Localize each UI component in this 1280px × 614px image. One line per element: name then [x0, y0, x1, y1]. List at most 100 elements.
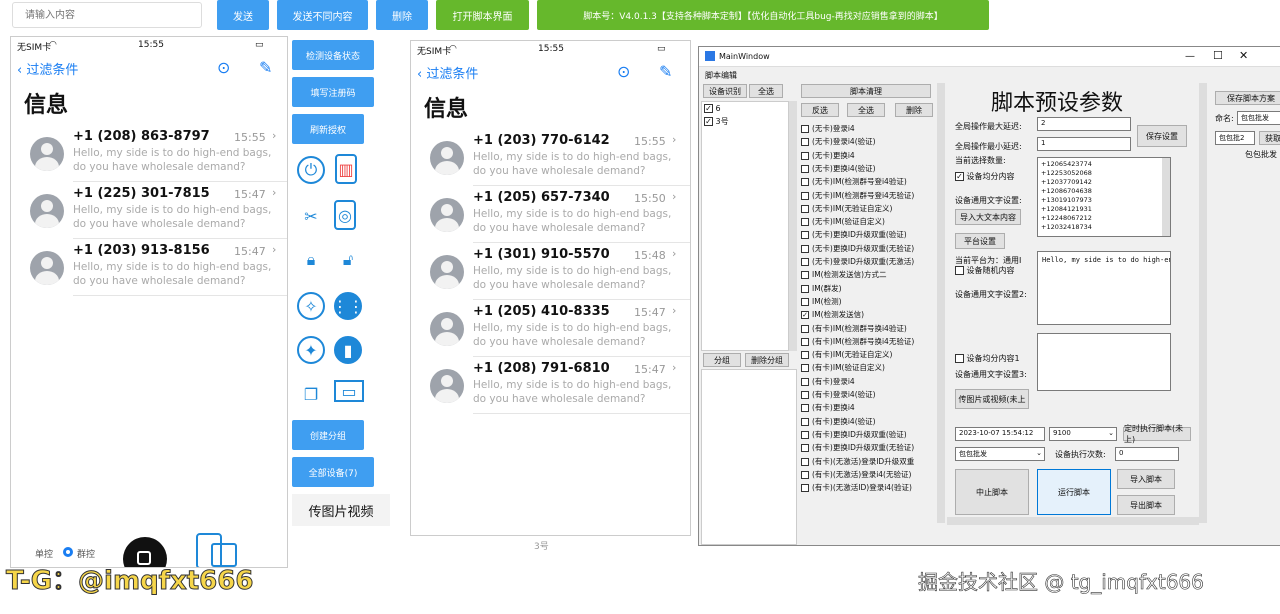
phone-number-item[interactable]: +12065423774	[1041, 160, 1092, 168]
apps-icon[interactable]: ⋮⋮	[332, 292, 364, 320]
scrollbar[interactable]	[789, 101, 797, 351]
conversation-row[interactable]: +1 (205) 410-8335 15:47 › Hello, my side is…	[411, 300, 690, 357]
script-item[interactable]: (有卡)(无激活)登录i4(无验证)	[801, 469, 911, 480]
save-settings-button[interactable]: 保存设置	[1137, 125, 1187, 147]
checkbox[interactable]	[801, 204, 809, 213]
port-select[interactable]: 9100 ⌄	[1049, 427, 1117, 441]
close-icon[interactable]: ✕	[1239, 49, 1248, 62]
delete-group-button[interactable]: 删除分组	[745, 353, 789, 367]
compose-icon[interactable]: ✎	[259, 58, 272, 77]
group-button[interactable]: 分组	[703, 353, 741, 367]
checkbox[interactable]	[801, 324, 809, 333]
template-combo[interactable]: 包包批2	[1215, 131, 1255, 145]
phone-screen-right[interactable]: 无SIM卡 ◠ 15:55 ▭ ‹ 过滤条件 ⊙ ✎ 信息 +1 (203) 7…	[410, 40, 691, 536]
script-item[interactable]: (有卡)IM(无验证自定义)	[801, 349, 892, 360]
script-item[interactable]: (有卡)更换i4	[801, 402, 855, 413]
device-item[interactable]: ✓ 3号	[704, 116, 729, 127]
refresh-license-button[interactable]: 刷新授权	[292, 114, 364, 144]
name-input[interactable]: 包包批发	[1237, 111, 1280, 125]
template-item[interactable]: 包包批发	[1245, 149, 1277, 160]
fetch-button[interactable]: 获取	[1259, 131, 1280, 145]
device-item[interactable]: ✓ 6	[704, 104, 721, 113]
checkbox[interactable]	[801, 364, 809, 373]
import-text-button[interactable]: 导入大文本内容	[955, 209, 1021, 225]
checkbox[interactable]	[801, 284, 809, 293]
create-group-button[interactable]: 创建分组	[292, 420, 364, 450]
back-button[interactable]: ‹ 过滤条件	[17, 59, 78, 78]
checkbox[interactable]	[801, 125, 809, 133]
save-template-button[interactable]: 保存脚本方案	[1215, 91, 1280, 105]
exec-count-input[interactable]: 0	[1115, 447, 1179, 461]
device-list[interactable]: ✓ 6 ✓ 3号	[701, 101, 789, 351]
checkbox[interactable]	[801, 404, 809, 413]
even-content-1-checkbox[interactable]: 设备均分内容1	[955, 353, 1020, 364]
platform-settings-button[interactable]: 平台设置	[955, 233, 1005, 249]
run-script-button[interactable]: 运行脚本	[1037, 469, 1111, 515]
checkbox[interactable]	[801, 218, 809, 227]
script-item[interactable]: IM(检测)	[801, 296, 842, 307]
phone-number-item[interactable]: +12248067212	[1041, 214, 1092, 222]
checkbox[interactable]	[801, 258, 809, 266]
settings-scrollbar[interactable]	[1199, 83, 1207, 523]
script-item[interactable]: (有卡)IM(验证自定义)	[801, 362, 885, 373]
checkbox[interactable]	[801, 151, 809, 160]
script-item[interactable]: (有卡)更换ID升级双重(验证)	[801, 429, 907, 440]
script-item[interactable]: (无卡)更换ID升级双重(无验证)	[801, 243, 914, 254]
delete-button[interactable]: 删除	[376, 0, 428, 30]
h-scrollbar[interactable]	[947, 517, 1199, 525]
maximize-icon[interactable]: ☐	[1213, 49, 1223, 62]
random-content-checkbox[interactable]: 设备随机内容	[955, 265, 1015, 276]
checkbox[interactable]	[801, 164, 809, 173]
script-item[interactable]: (无卡)更换i4	[801, 150, 855, 161]
checkbox[interactable]	[801, 430, 809, 439]
script-item[interactable]: (无卡)IM(验证自定义)	[801, 216, 885, 227]
script-item[interactable]: (无卡)登录ID升级双重(无激活)	[801, 256, 914, 267]
screenshot-icon[interactable]: ✂	[297, 202, 325, 230]
menu-script-edit[interactable]: 脚本编辑	[705, 70, 737, 81]
all-devices-button[interactable]: 全部设备(7)	[292, 457, 374, 487]
group-select[interactable]: 包包批发 ⌄	[955, 447, 1045, 461]
script-item[interactable]: ✓ IM(检测发送信)	[801, 309, 864, 320]
compose-icon[interactable]: ✎	[659, 62, 672, 81]
conversation-row[interactable]: +1 (301) 910-5570 15:48 › Hello, my side is…	[411, 243, 690, 300]
checkbox[interactable]	[801, 484, 809, 493]
more-icon[interactable]: ⊙	[617, 62, 630, 81]
enter-register-code-button[interactable]: 填写注册码	[292, 77, 374, 107]
checkbox[interactable]	[801, 351, 809, 360]
script-item[interactable]: (无卡)更换i4(验证)	[801, 163, 876, 174]
phone-record-icon[interactable]: ▥	[335, 154, 357, 184]
check-device-status-button[interactable]: 检测设备状态	[292, 40, 374, 70]
import-script-button[interactable]: 导入脚本	[1117, 469, 1175, 489]
script-item[interactable]: (无卡)登录i4	[801, 123, 855, 134]
phone-number-item[interactable]: +13019107973	[1041, 196, 1092, 204]
phone-number-item[interactable]: +12086704638	[1041, 187, 1092, 195]
script-item[interactable]: (有卡)(无激活)登录ID升级双重	[801, 456, 914, 467]
script-item[interactable]: (无卡)登录i4(验证)	[801, 136, 876, 147]
script-item[interactable]: (有卡)IM(检测群号换i4验证)	[801, 323, 907, 334]
script-item[interactable]: (无卡)IM(检测群号登i4验证)	[801, 176, 907, 187]
phone-number-item[interactable]: +12032418734	[1041, 223, 1092, 231]
number-list[interactable]: +12065423774 +12253052068 +12037709142 +120…	[1037, 157, 1171, 237]
group-control-label[interactable]: 群控	[77, 547, 95, 560]
delete-scripts-button[interactable]: 删除	[895, 103, 933, 117]
script-item[interactable]: (有卡)(无激活ID)登录i4(验证)	[801, 482, 912, 493]
datetime-picker[interactable]: 2023-10-07 15:54:12	[955, 427, 1045, 441]
phone-scan-icon[interactable]: ◎	[334, 200, 356, 230]
clean-icon[interactable]: ✧	[297, 292, 325, 320]
min-delay-input[interactable]: 1	[1037, 137, 1131, 151]
conversation-row[interactable]: +1 (205) 657-7340 15:50 › Hello, my side is…	[411, 186, 690, 243]
checkbox[interactable]	[801, 444, 809, 453]
conversation-row[interactable]: +1 (203) 770-6142 15:55 › Hello, my side is…	[411, 129, 690, 186]
checkbox[interactable]	[801, 191, 809, 200]
checkbox[interactable]	[801, 417, 809, 426]
single-control-label[interactable]: 单控	[35, 547, 53, 560]
timed-run-button[interactable]: 定时执行脚本(未上)	[1123, 424, 1191, 444]
script-item[interactable]: (有卡)登录i4	[801, 376, 855, 387]
radio-icon[interactable]	[63, 547, 73, 557]
script-item[interactable]: (有卡)登录i4(验证)	[801, 389, 876, 400]
back-button[interactable]: ‹ 过滤条件	[417, 63, 478, 82]
script-item[interactable]: (无卡)更换ID升级双重(验证)	[801, 229, 907, 240]
script-item[interactable]: (无卡)IM(检测群号登i4无验证)	[801, 190, 914, 201]
unlock-icon[interactable]: 🔓︎	[334, 246, 362, 274]
more-icon[interactable]: ⊙	[217, 58, 230, 77]
